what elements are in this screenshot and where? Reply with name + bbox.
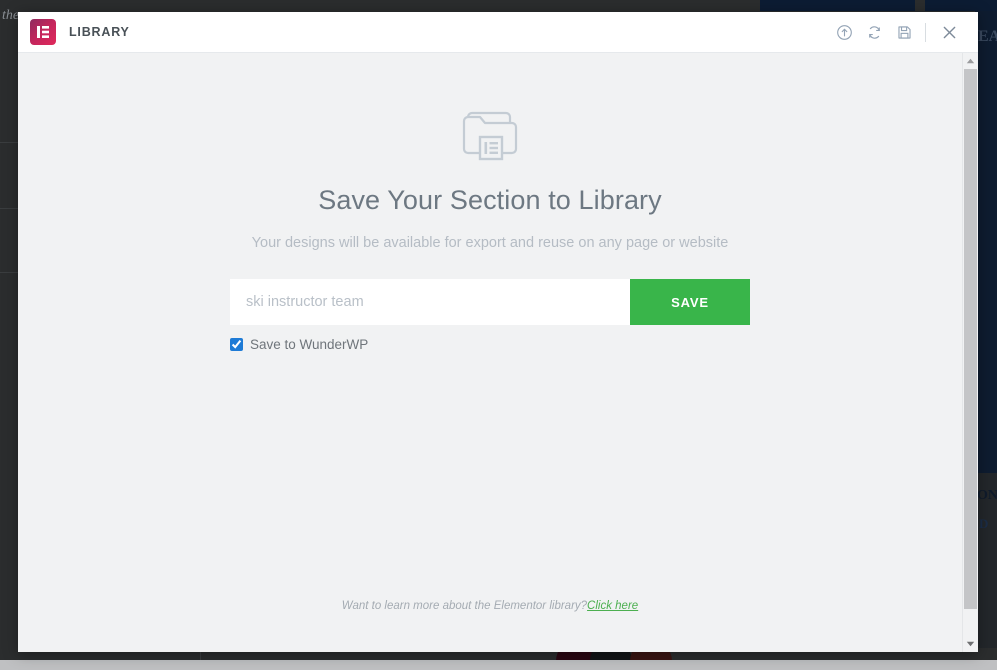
background-text-left: the: [2, 8, 20, 23]
modal-body: Save Your Section to Library Your design…: [18, 53, 978, 652]
chevron-up-icon[interactable]: [963, 53, 978, 69]
background-text-right-top: EA: [978, 28, 997, 45]
save-to-wunderwp-label[interactable]: Save to WunderWP: [250, 337, 368, 352]
page-title: LIBRARY: [69, 25, 130, 39]
template-name-input[interactable]: [230, 279, 630, 325]
save-to-wunderwp-checkbox[interactable]: [230, 338, 243, 351]
background-bottom-bar: [0, 660, 997, 670]
header-actions: [829, 17, 964, 47]
save-to-wunderwp-row: Save to WunderWP: [230, 337, 750, 352]
library-modal: LIBRARY Save Your Section to Library You…: [18, 12, 978, 652]
background-navy-strip: [760, 0, 915, 11]
save-disk-icon[interactable]: [889, 17, 919, 47]
save-subtitle: Your designs will be available for expor…: [251, 235, 729, 251]
background-navy-strip-secondary: [925, 0, 997, 11]
background-navy-right-panel: [975, 11, 997, 473]
save-form: SAVE: [230, 279, 750, 325]
modal-scrollbar[interactable]: [962, 53, 978, 652]
background-text-right-middle: ON: [977, 488, 997, 503]
modal-header: LIBRARY: [18, 12, 978, 53]
save-button[interactable]: SAVE: [630, 279, 750, 325]
save-heading: Save Your Section to Library: [318, 185, 662, 215]
page-root: the EA ON D LIBRARY Save Your Section to…: [0, 0, 997, 670]
library-help-note: Want to learn more about the Elementor l…: [18, 600, 962, 612]
library-save-panel: Save Your Section to Library Your design…: [18, 53, 962, 652]
library-help-link[interactable]: Click here: [587, 600, 638, 612]
sync-icon[interactable]: [859, 17, 889, 47]
header-divider: [925, 22, 926, 42]
close-icon[interactable]: [934, 17, 964, 47]
scrollbar-track[interactable]: [963, 69, 978, 636]
background-text-right-lower: D: [979, 516, 989, 531]
folder-template-icon: [458, 99, 522, 163]
chevron-down-icon[interactable]: [963, 636, 978, 652]
info-circle-icon[interactable]: [829, 17, 859, 47]
elementor-logo-icon: [30, 19, 56, 45]
scrollbar-thumb[interactable]: [964, 69, 977, 609]
library-help-text: Want to learn more about the Elementor l…: [341, 600, 588, 612]
